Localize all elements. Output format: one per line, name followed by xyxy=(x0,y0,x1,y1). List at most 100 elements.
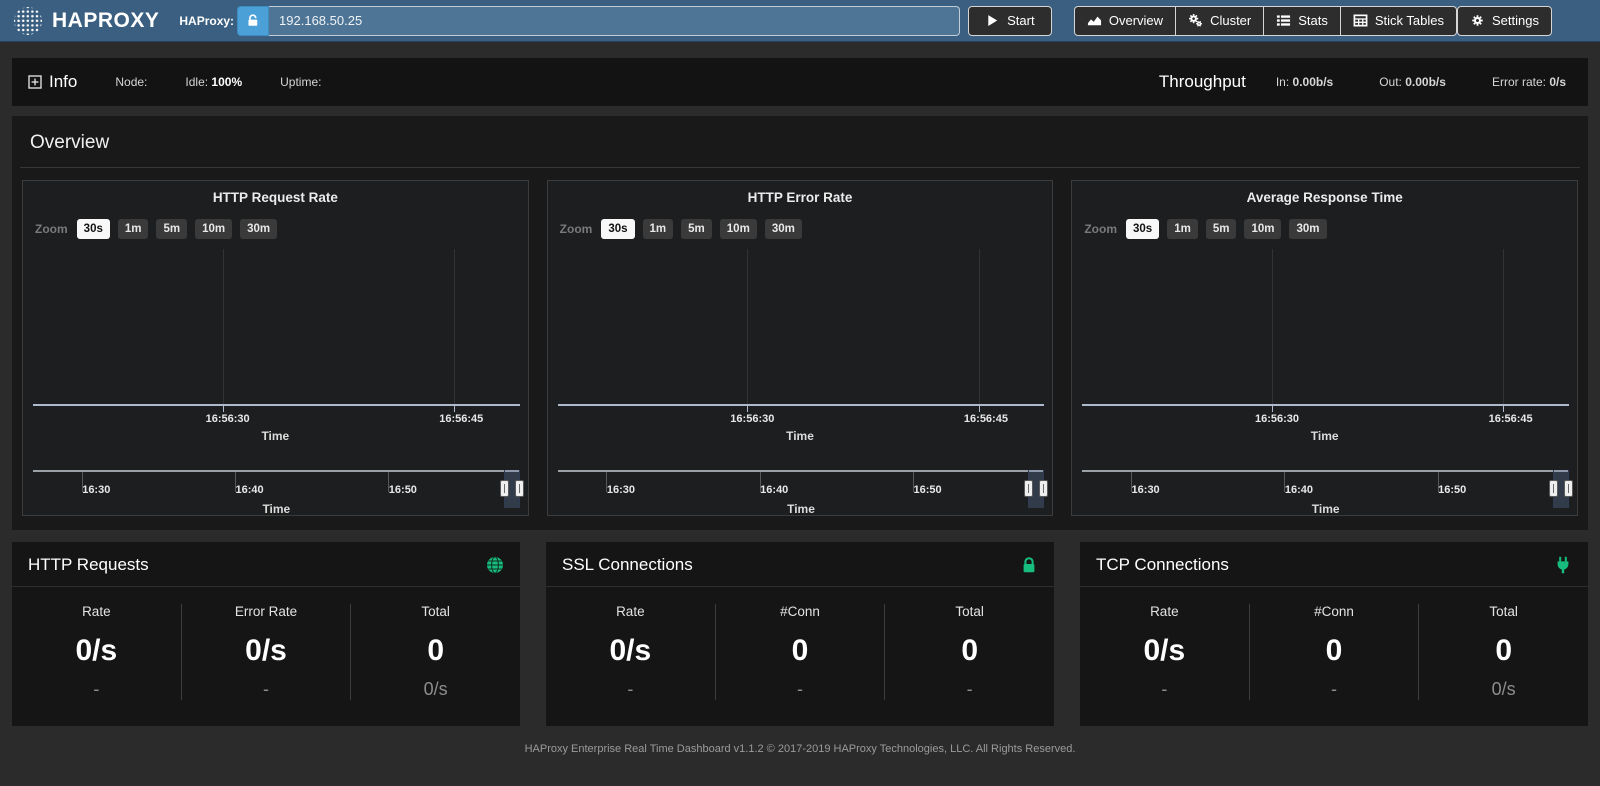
x-axis-tick-label: 16:56:30 xyxy=(206,413,250,425)
zoom-controls: Zoom 30s 1m 5m 10m 30m xyxy=(35,219,285,239)
zoom-option-30m[interactable]: 30m xyxy=(765,219,802,239)
address-label: HAProxy: xyxy=(179,14,234,28)
stat-sub-value: - xyxy=(546,679,715,700)
card-body: Rate 0/s - #Conn 0 - Total 0 0/s xyxy=(1080,587,1588,726)
footer-copyright: HAProxy Enterprise Real Time Dashboard v… xyxy=(0,726,1600,755)
axis-tick xyxy=(979,406,980,412)
info-expander[interactable]: Info xyxy=(28,72,77,92)
navigator-handle-left[interactable] xyxy=(500,480,509,497)
card-http-requests: HTTP Requests Rate 0/s - xyxy=(12,542,520,726)
stat-value: 0 xyxy=(716,634,885,668)
navigator-tick-label: 16:30 xyxy=(82,484,110,496)
stat-cards-row: HTTP Requests Rate 0/s - xyxy=(12,542,1588,726)
navigator-handle-left[interactable] xyxy=(1549,480,1558,497)
brand-text: HAPROXY xyxy=(52,9,159,33)
nav-button-label: Stick Tables xyxy=(1375,13,1444,28)
nav-button-overview[interactable]: Overview xyxy=(1074,6,1176,36)
navigator-selection[interactable] xyxy=(1028,470,1044,508)
idle-value: 100% xyxy=(211,75,242,89)
zoom-option-30s[interactable]: 30s xyxy=(1126,219,1159,239)
idle-field: Idle: 100% xyxy=(185,75,242,89)
x-axis-tick-label: 16:56:45 xyxy=(439,413,483,425)
zoom-option-1m[interactable]: 1m xyxy=(1167,219,1198,239)
throughput-out: Out: 0.00b/s xyxy=(1379,75,1446,89)
unlock-icon xyxy=(246,13,261,28)
stat-value: 0 xyxy=(351,634,520,668)
expand-plus-icon xyxy=(28,75,42,89)
chart-plot-area: 16:56:30 16:56:45 xyxy=(1082,247,1569,406)
nav-button-label: Stats xyxy=(1298,13,1328,28)
zoom-label: Zoom xyxy=(35,222,68,236)
zoom-option-10m[interactable]: 10m xyxy=(195,219,232,239)
info-bar: Info Node: Idle: 100% Uptime: Throughput… xyxy=(12,58,1588,106)
card-ssl-connections: SSL Connections Rate 0/s - #Conn 0 - Tot… xyxy=(546,542,1054,726)
address-input[interactable] xyxy=(269,6,960,36)
navigator-axis-title: Time xyxy=(33,502,520,516)
navigator-selection[interactable] xyxy=(1553,470,1569,508)
x-axis-title: Time xyxy=(1072,429,1577,443)
stat-sub-value: - xyxy=(716,679,885,700)
settings-button[interactable]: Settings xyxy=(1457,6,1552,36)
chart-title: HTTP Request Rate xyxy=(23,190,528,205)
zoom-option-30s[interactable]: 30s xyxy=(77,219,110,239)
navigator-handle-right[interactable] xyxy=(1564,480,1573,497)
table-icon xyxy=(1353,13,1368,28)
zoom-controls: Zoom 30s 1m 5m 10m 30m xyxy=(560,219,810,239)
chart-panel-http-error-rate: HTTP Error Rate Zoom 30s 1m 5m 10m 30m 1… xyxy=(547,180,1054,516)
stat-column-rate: Rate 0/s - xyxy=(12,604,181,700)
zoom-option-5m[interactable]: 5m xyxy=(681,219,712,239)
out-value: 0.00b/s xyxy=(1405,75,1446,89)
zoom-option-10m[interactable]: 10m xyxy=(720,219,757,239)
nav-button-stats[interactable]: Stats xyxy=(1264,6,1341,36)
stat-sub-value: - xyxy=(885,679,1054,700)
main-nav-button-group: Overview xyxy=(1074,6,1457,36)
zoom-option-30s[interactable]: 30s xyxy=(601,219,634,239)
navigator-selection[interactable] xyxy=(504,470,520,508)
navigator-handle-right[interactable] xyxy=(515,480,524,497)
nav-button-cluster[interactable]: Cluster xyxy=(1176,6,1264,36)
play-icon xyxy=(985,13,1000,28)
card-header: HTTP Requests xyxy=(12,542,520,587)
chart-title: HTTP Error Rate xyxy=(548,190,1053,205)
throughput-title: Throughput xyxy=(1159,72,1246,92)
chart-navigator[interactable]: 16:30 16:40 16:50 Time xyxy=(33,470,520,516)
zoom-option-30m[interactable]: 30m xyxy=(1289,219,1326,239)
info-title: Info xyxy=(49,72,77,92)
zoom-option-5m[interactable]: 5m xyxy=(1206,219,1237,239)
navigator-tick-label: 16:50 xyxy=(1438,484,1466,496)
chart-navigator[interactable]: 16:30 16:40 16:50 Time xyxy=(558,470,1045,516)
stat-sub-value: - xyxy=(12,679,181,700)
zoom-option-30m[interactable]: 30m xyxy=(240,219,277,239)
navigator-tick-label: 16:40 xyxy=(760,484,788,496)
navigator-handle-right[interactable] xyxy=(1039,480,1048,497)
card-header: TCP Connections xyxy=(1080,542,1588,587)
stat-column-rate: Rate 0/s - xyxy=(546,604,715,700)
zoom-option-1m[interactable]: 1m xyxy=(118,219,149,239)
charts-row: HTTP Request Rate Zoom 30s 1m 5m 10m 30m… xyxy=(20,180,1580,516)
stat-header: Rate xyxy=(1080,604,1249,619)
card-body: Rate 0/s - Error Rate 0/s - Total 0 0/s xyxy=(12,587,520,726)
navigator-axis-title: Time xyxy=(1082,502,1569,516)
gridline xyxy=(1503,249,1504,404)
zoom-option-5m[interactable]: 5m xyxy=(156,219,187,239)
area-chart-icon xyxy=(1087,13,1102,28)
overview-section-title: Overview xyxy=(20,124,1580,168)
unlock-icon-button[interactable] xyxy=(237,6,269,36)
zoom-option-1m[interactable]: 1m xyxy=(643,219,674,239)
error-rate-value: 0/s xyxy=(1549,75,1566,89)
stat-value: 0/s xyxy=(546,634,715,668)
nav-button-stick-tables[interactable]: Stick Tables xyxy=(1341,6,1457,36)
stat-header: Total xyxy=(1419,604,1588,619)
x-axis-tick-label: 16:56:45 xyxy=(964,413,1008,425)
error-rate-label: Error rate: xyxy=(1492,75,1546,89)
navigator-handle-left[interactable] xyxy=(1024,480,1033,497)
start-button[interactable]: Start xyxy=(968,6,1052,36)
stat-sub-value: 0/s xyxy=(351,679,520,700)
throughput-in: In: 0.00b/s xyxy=(1276,75,1333,89)
settings-button-label: Settings xyxy=(1492,13,1539,28)
x-axis-tick-label: 16:56:45 xyxy=(1489,413,1533,425)
chart-navigator[interactable]: 16:30 16:40 16:50 Time xyxy=(1082,470,1569,516)
zoom-option-10m[interactable]: 10m xyxy=(1244,219,1281,239)
axis-tick xyxy=(1503,406,1504,412)
card-tcp-connections: TCP Connections Rate 0/s - #Conn 0 - xyxy=(1080,542,1588,726)
